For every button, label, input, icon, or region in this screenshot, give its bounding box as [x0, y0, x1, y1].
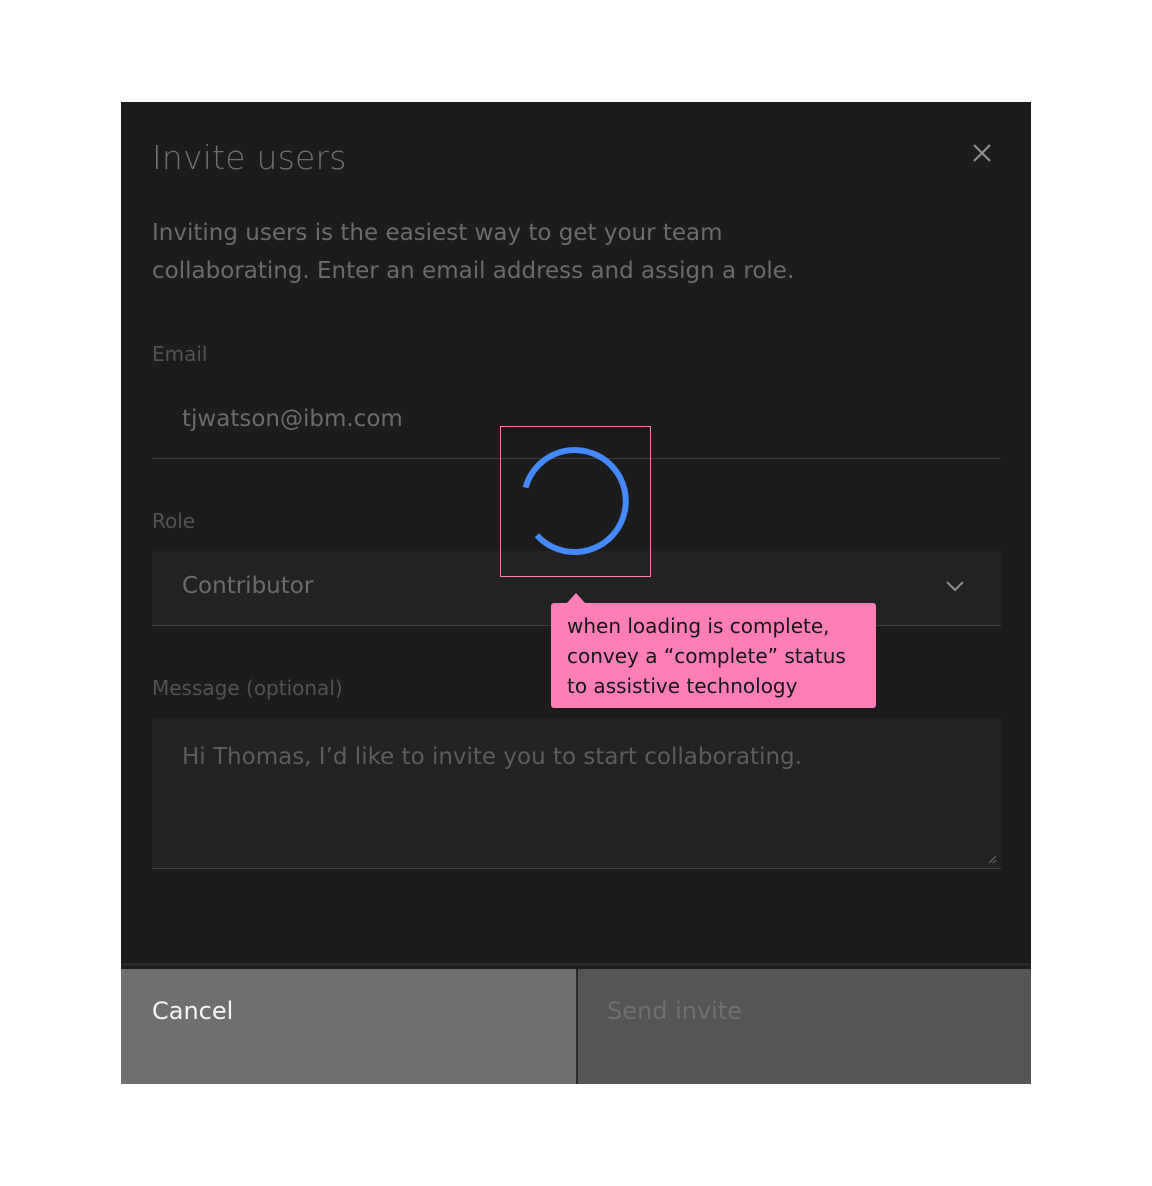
close-icon: [973, 144, 991, 162]
email-label: Email: [152, 342, 208, 366]
cancel-button[interactable]: Cancel: [121, 969, 576, 1084]
close-button[interactable]: [965, 136, 999, 170]
loading-spinner-icon: [522, 447, 629, 556]
send-invite-button[interactable]: Send invite: [578, 969, 1031, 1084]
email-value: tjwatson@ibm.com: [182, 406, 403, 432]
loading-spinner-highlight: [500, 426, 651, 577]
send-invite-button-label: Send invite: [607, 997, 742, 1025]
annotation-callout: when loading is complete, convey a “comp…: [551, 603, 876, 708]
resize-handle-icon[interactable]: [987, 854, 997, 864]
message-value: Hi Thomas, I’d like to invite you to sta…: [182, 744, 802, 770]
message-label: Message (optional): [152, 676, 343, 700]
modal-description: Inviting users is the easiest way to get…: [152, 220, 795, 284]
annotation-line: when loading is complete,: [567, 614, 830, 638]
message-textarea[interactable]: Hi Thomas, I’d like to invite you to sta…: [152, 718, 1001, 869]
modal-title: Invite users: [152, 138, 347, 177]
annotation-line: to assistive technology: [567, 674, 798, 698]
chevron-down-icon: [946, 581, 964, 592]
cancel-button-label: Cancel: [152, 997, 234, 1025]
modal-footer: Cancel Send invite: [121, 963, 1031, 1084]
role-label: Role: [152, 509, 196, 533]
annotation-line: convey a “complete” status: [567, 644, 846, 668]
role-value: Contributor: [182, 573, 314, 599]
